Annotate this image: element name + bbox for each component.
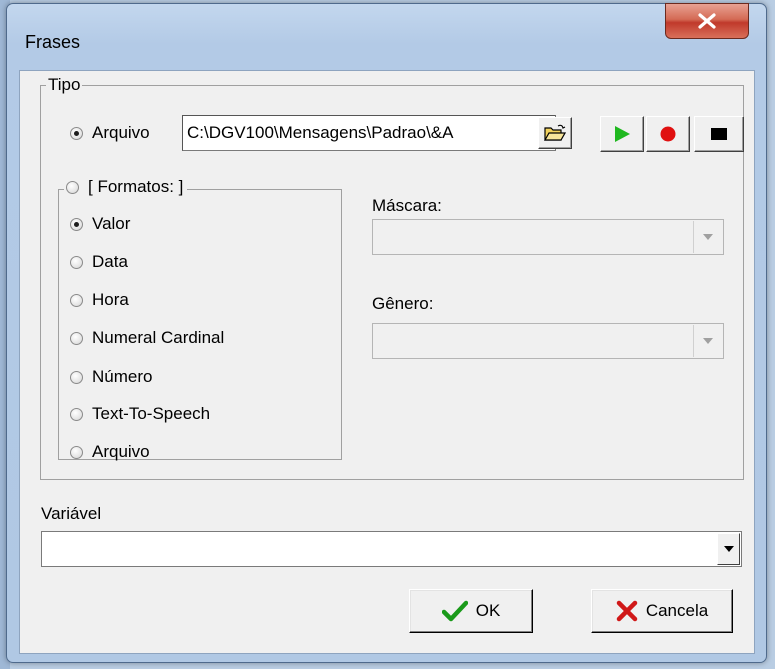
format-option-hora[interactable]: Hora — [70, 289, 129, 311]
genero-dropdown-button[interactable] — [693, 325, 722, 357]
ok-button[interactable]: OK — [409, 589, 533, 633]
cross-icon — [616, 600, 638, 622]
format-option-numero[interactable]: Número — [70, 366, 152, 388]
dropdown-arrow-icon — [703, 234, 713, 240]
format-radio[interactable] — [70, 293, 83, 307]
format-option-numeral-cardinal[interactable]: Numeral Cardinal — [70, 327, 224, 349]
mascara-dropdown-button[interactable] — [693, 221, 722, 253]
format-option-arquivo[interactable]: Arquivo — [70, 441, 150, 463]
dialog-client-area: Tipo Arquivo C:\DGV100\Mensagens\Padrao\… — [19, 70, 755, 654]
variavel-dropdown-button[interactable] — [717, 533, 740, 565]
record-icon — [660, 126, 676, 142]
play-button[interactable] — [600, 116, 644, 152]
cancel-button[interactable]: Cancela — [591, 589, 733, 633]
arquivo-radio-label: Arquivo — [92, 123, 150, 142]
tipo-legend: Tipo — [46, 75, 83, 95]
format-radio[interactable] — [70, 370, 83, 384]
genero-combo[interactable] — [372, 323, 724, 359]
folder-open-icon — [544, 124, 566, 141]
variavel-combo[interactable] — [41, 531, 742, 567]
arquivo-radio[interactable] — [70, 126, 83, 140]
arquivo-radio-row[interactable]: Arquivo — [70, 122, 150, 144]
format-label: Arquivo — [92, 442, 150, 461]
cancel-label: Cancela — [645, 601, 709, 620]
format-label: Numeral Cardinal — [92, 328, 225, 347]
stop-button[interactable] — [694, 116, 744, 152]
dropdown-arrow-icon — [703, 338, 713, 344]
format-option-valor[interactable]: Valor — [70, 213, 130, 235]
format-radio[interactable] — [70, 407, 83, 421]
genero-label: Gênero: — [372, 294, 434, 313]
arquivo-path-input[interactable]: C:\DGV100\Mensagens\Padrao\&A — [182, 115, 556, 151]
format-radio[interactable] — [70, 445, 83, 459]
format-radio[interactable] — [70, 331, 83, 345]
format-label: Número — [92, 367, 153, 386]
close-button[interactable] — [665, 3, 749, 39]
formatos-radio[interactable] — [66, 180, 79, 194]
format-label: Text-To-Speech — [92, 404, 211, 423]
ok-label: OK — [475, 601, 501, 620]
window-title: Frases — [25, 32, 81, 52]
format-label: Valor — [92, 214, 131, 233]
format-label: Hora — [92, 290, 129, 309]
formatos-radio-row[interactable]: [ Formatos: ] — [64, 177, 188, 197]
format-option-data[interactable]: Data — [70, 251, 128, 273]
dialog-window: Frases Tipo Arquivo C:\DGV100\Mensagens\… — [6, 3, 767, 663]
record-button[interactable] — [646, 116, 690, 152]
play-icon — [615, 126, 630, 142]
variavel-label: Variável — [41, 504, 102, 523]
close-icon — [698, 13, 716, 29]
browse-folder-button[interactable] — [538, 117, 572, 149]
stop-icon — [711, 128, 727, 140]
format-radio[interactable] — [70, 255, 83, 269]
format-radio[interactable] — [70, 217, 83, 231]
format-option-text-to-speech[interactable]: Text-To-Speech — [70, 403, 210, 425]
format-label: Data — [92, 252, 128, 271]
mascara-combo[interactable] — [372, 219, 724, 255]
checkmark-icon — [441, 600, 468, 622]
dropdown-arrow-icon — [723, 546, 734, 552]
mascara-label: Máscara: — [372, 196, 442, 215]
formatos-legend: [ Formatos: ] — [88, 177, 184, 196]
